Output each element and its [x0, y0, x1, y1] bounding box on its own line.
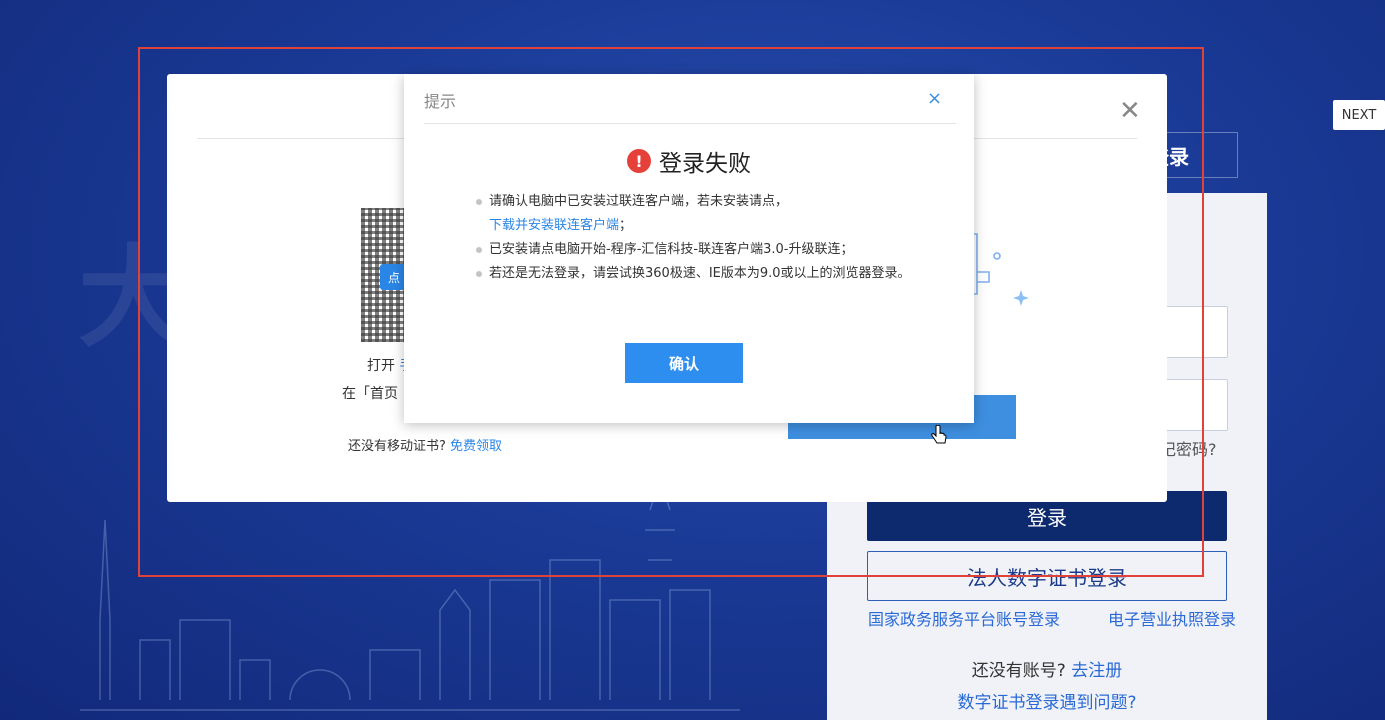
- open-text: 打开: [367, 358, 395, 374]
- close-icon[interactable]: ×: [927, 88, 942, 109]
- cert-login-button[interactable]: 法人数字证书登录: [867, 551, 1227, 601]
- home-instruction: 在「首页: [342, 386, 398, 402]
- hand-cursor-icon: [931, 425, 947, 444]
- next-button[interactable]: NEXT: [1333, 100, 1385, 130]
- no-cert-row: 还没有移动证书? 免费领取: [348, 435, 502, 454]
- license-login-link[interactable]: 电子营业执照登录: [1108, 606, 1236, 630]
- free-claim-link[interactable]: 免费领取: [450, 439, 502, 454]
- gov-login-link[interactable]: 国家政务服务平台账号登录: [868, 606, 1060, 630]
- tip-item: 若还是无法登录，请尝试换360极速、IE版本为9.0或以上的浏览器登录。: [474, 262, 924, 286]
- no-cert-text: 还没有移动证书?: [348, 439, 446, 454]
- register-prompt: 还没有账号?: [971, 661, 1066, 681]
- fail-title: 登录失败: [659, 151, 751, 177]
- tip1-text: 请确认电脑中已安装过联连客户端，若未安装请点，: [489, 194, 789, 209]
- close-icon[interactable]: ✕: [1119, 98, 1141, 124]
- login-failed-dialog: 提示 × ! 登录失败 请确认电脑中已安装过联连客户端，若未安装请点， 下载并安…: [404, 74, 974, 423]
- dialog-divider: [424, 123, 956, 124]
- dialog-title: 提示: [424, 92, 457, 111]
- register-row: 还没有账号? 去注册: [827, 656, 1267, 681]
- forgot-password-link[interactable]: 记密码?: [1160, 436, 1217, 460]
- tips-list: 请确认电脑中已安装过联连客户端，若未安装请点， 下载并安装联连客户端； 已安装请…: [474, 190, 924, 286]
- register-link[interactable]: 去注册: [1071, 661, 1122, 681]
- cert-problem-link[interactable]: 数字证书登录遇到问题?: [827, 688, 1267, 713]
- fail-heading: ! 登录失败: [404, 144, 974, 178]
- tip1-tail: ；: [619, 218, 633, 233]
- confirm-button[interactable]: 确认: [625, 343, 743, 383]
- download-client-link[interactable]: 下载并安装联连客户端: [489, 218, 619, 233]
- tip-item: 已安装请点电脑开始-程序-汇信科技-联连客户端3.0-升级联连；: [474, 238, 924, 262]
- error-icon: !: [627, 149, 651, 173]
- tip-item: 请确认电脑中已安装过联连客户端，若未安装请点， 下载并安装联连客户端；: [474, 190, 924, 238]
